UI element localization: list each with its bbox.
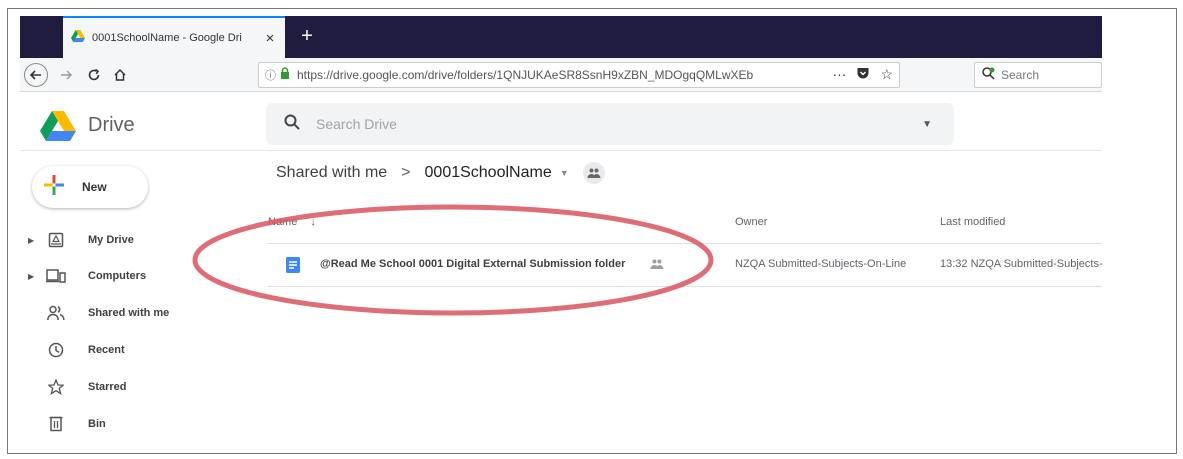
- url-text: https://drive.google.com/drive/folders/1…: [297, 68, 754, 82]
- info-icon[interactable]: ⓘ: [265, 67, 276, 83]
- sidebar-item-label: Starred: [88, 381, 127, 393]
- sidebar-item-label: My Drive: [88, 234, 134, 246]
- home-icon[interactable]: [108, 63, 132, 87]
- sidebar-item-shared-with-me[interactable]: Shared with me: [28, 298, 208, 328]
- sidebar-item-label: Shared with me: [88, 307, 170, 319]
- sidebar-item-label: Bin: [88, 418, 106, 430]
- shared-file-icon: [650, 257, 664, 271]
- breadcrumb-root-link[interactable]: Shared with me: [276, 164, 387, 182]
- sidebar-item-computers[interactable]: ▶ Computers: [28, 261, 208, 291]
- tab-title: 0001SchoolName - Google Dri: [92, 32, 242, 44]
- plus-icon: [44, 174, 64, 200]
- column-header-owner: Owner: [735, 216, 768, 228]
- lock-icon: [279, 66, 297, 84]
- back-icon[interactable]: [24, 63, 48, 87]
- search-icon[interactable]: [284, 114, 300, 135]
- browser-tab-strip: 0001SchoolName - Google Dri × +: [20, 16, 1102, 58]
- shared-people-icon[interactable]: [582, 162, 605, 184]
- page-actions-icon[interactable]: ···: [832, 66, 846, 83]
- drive-search-bar[interactable]: Search Drive ▼: [266, 103, 954, 145]
- drive-logo-icon[interactable]: [40, 111, 76, 141]
- computers-icon: [46, 266, 66, 286]
- reload-icon[interactable]: [82, 63, 106, 87]
- search-options-chevron-icon[interactable]: ▼: [922, 119, 932, 130]
- sidebar-item-recent[interactable]: Recent: [28, 335, 208, 365]
- drive-brand-title[interactable]: Drive: [88, 114, 135, 137]
- sidebar-item-my-drive[interactable]: ▶ My Drive: [28, 225, 208, 255]
- sidebar-item-label: Computers: [88, 270, 147, 282]
- breadcrumb-current-folder[interactable]: 0001SchoolName: [425, 164, 552, 182]
- breadcrumb: Shared with me > 0001SchoolName ▼: [276, 162, 605, 184]
- sort-arrow-icon[interactable]: ↓: [310, 216, 316, 228]
- trash-icon: [46, 414, 66, 434]
- forward-icon[interactable]: [54, 63, 78, 87]
- column-header-last-modified[interactable]: Last modified: [940, 216, 1005, 228]
- folder-menu-chevron-icon[interactable]: ▼: [560, 168, 569, 178]
- new-button-label: New: [82, 180, 107, 194]
- pocket-icon[interactable]: [856, 66, 870, 83]
- browser-search-field[interactable]: Search: [974, 62, 1102, 88]
- tab-close-icon[interactable]: ×: [263, 30, 277, 47]
- file-owner: NZQA Submitted-Subjects-On-Line: [735, 258, 907, 270]
- sidebar-item-label: Recent: [88, 344, 125, 356]
- my-drive-icon: [46, 230, 66, 250]
- file-last-modified: 13:32 NZQA Submitted-Subjects-: [940, 258, 1103, 270]
- new-tab-button[interactable]: +: [295, 24, 319, 48]
- browser-tab[interactable]: 0001SchoolName - Google Dri ×: [63, 16, 285, 58]
- search-engine-icon[interactable]: [981, 66, 995, 85]
- expand-arrow-icon[interactable]: ▶: [28, 272, 40, 281]
- drive-favicon-icon: [71, 29, 85, 47]
- star-icon: [46, 377, 66, 397]
- google-doc-icon: [286, 257, 300, 273]
- shared-with-me-icon: [46, 303, 66, 323]
- file-row-divider: [268, 286, 1102, 287]
- drive-search-input[interactable]: Search Drive: [316, 116, 922, 132]
- column-header-name-label: Name: [268, 216, 298, 228]
- breadcrumb-separator: >: [401, 164, 411, 181]
- file-row[interactable]: @Read Me School 0001 Digital External Su…: [268, 244, 1103, 286]
- column-header-name[interactable]: Name ↓: [268, 216, 316, 228]
- sidebar-item-bin[interactable]: Bin: [28, 409, 208, 439]
- browser-search-placeholder: Search: [1001, 68, 1040, 82]
- browser-nav-bar: ⓘ https://drive.google.com/drive/folders…: [20, 58, 1102, 92]
- header-divider: [20, 150, 1102, 151]
- new-button[interactable]: New: [32, 166, 148, 208]
- expand-arrow-icon[interactable]: ▶: [28, 236, 40, 245]
- sidebar-item-starred[interactable]: Starred: [28, 372, 208, 402]
- clock-icon: [46, 340, 66, 360]
- bookmark-star-icon[interactable]: ☆: [880, 66, 893, 83]
- url-bar[interactable]: ⓘ https://drive.google.com/drive/folders…: [258, 62, 900, 88]
- file-name[interactable]: @Read Me School 0001 Digital External Su…: [320, 258, 625, 270]
